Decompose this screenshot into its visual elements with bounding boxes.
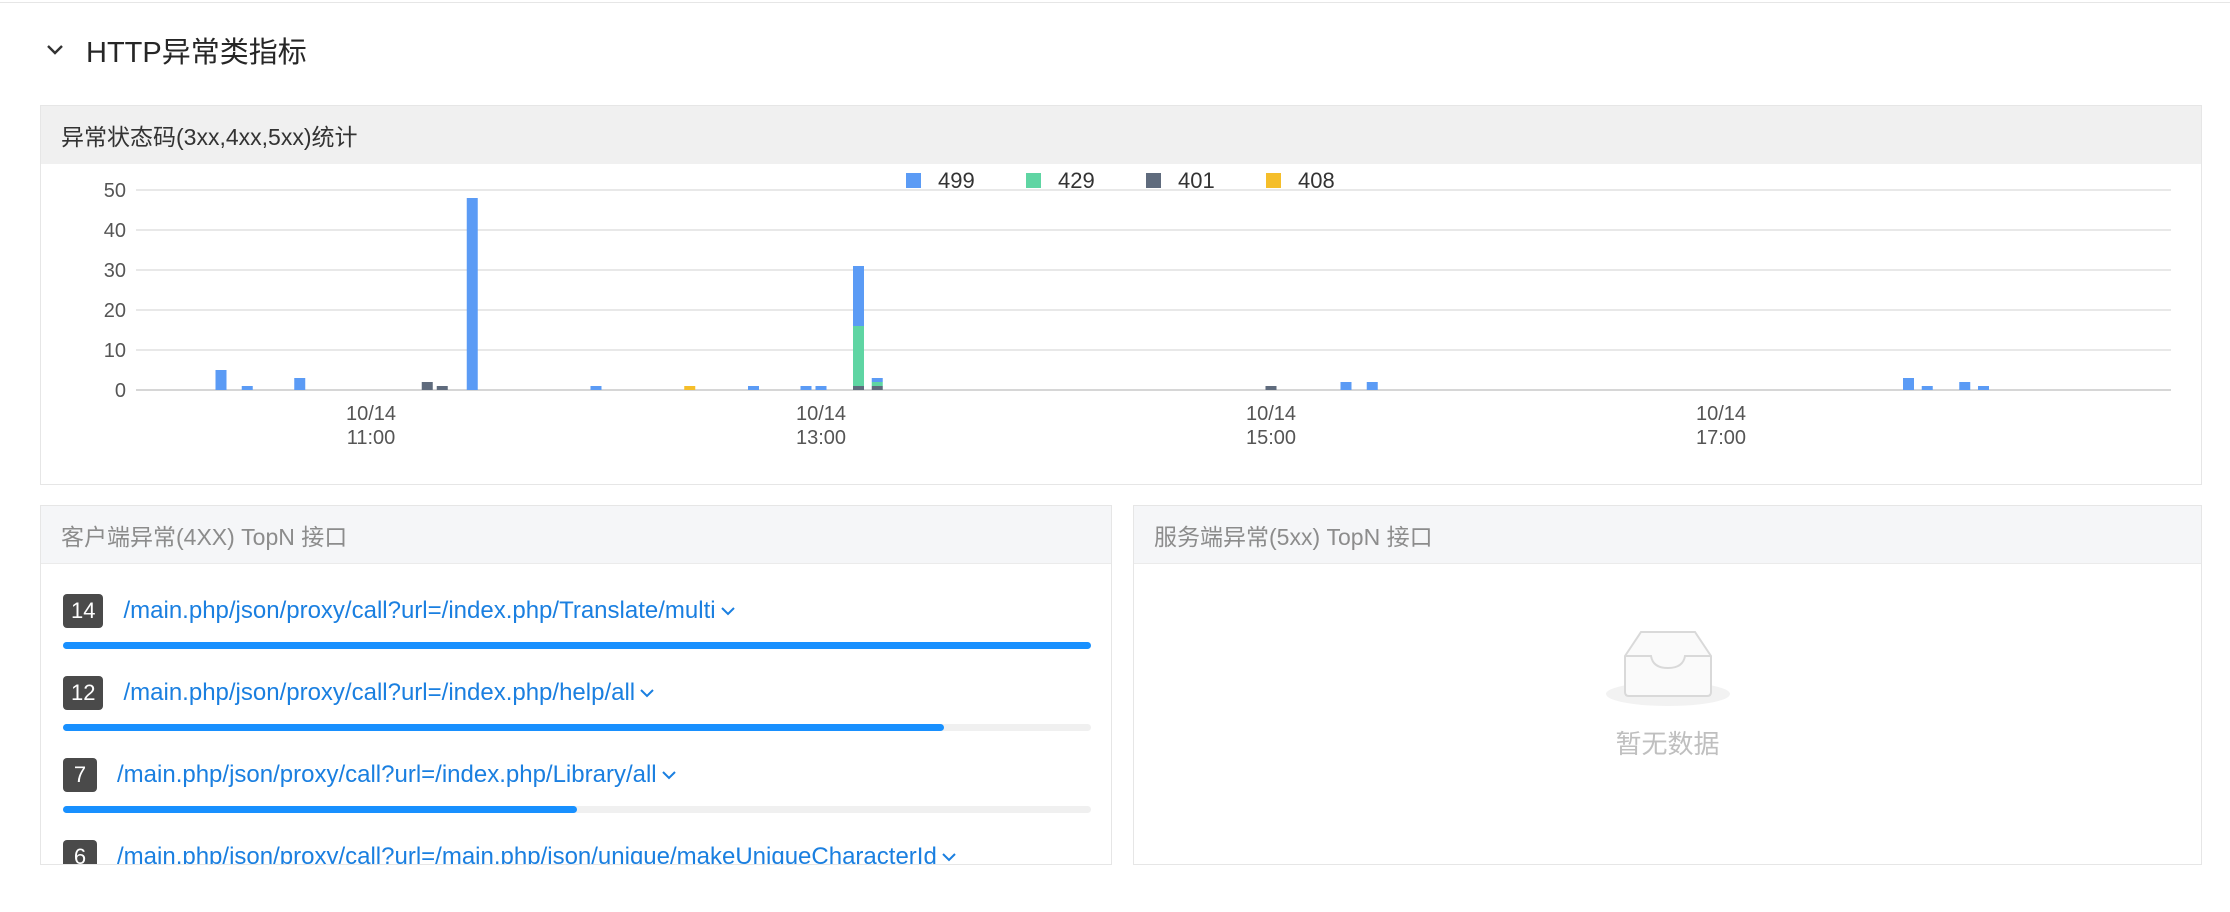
list-item: 7 /main.php/json/proxy/call?url=/index.p… xyxy=(63,758,1091,840)
rank-badge: 6 xyxy=(63,840,97,864)
progress-bar xyxy=(63,724,944,731)
bar xyxy=(421,382,433,390)
chevron-down-icon[interactable] xyxy=(42,37,68,63)
bar xyxy=(1265,386,1277,390)
status-code-chart-panel: 异常状态码(3xx,4xx,5xx)统计 0 10 20 30 40 50 10/14 11:… xyxy=(40,105,2202,485)
list-item: 6 /main.php/json/proxy/call?url=/main.ph… xyxy=(63,840,1091,864)
bar xyxy=(241,386,253,390)
bar xyxy=(1921,386,1933,390)
chevron-down-icon[interactable] xyxy=(661,769,677,781)
client-panel-title: 客户端异常(4XX) TopN 接口 xyxy=(41,506,1111,564)
progress-track xyxy=(63,724,1091,731)
bar xyxy=(815,386,827,390)
empty-text: 暂无数据 xyxy=(1615,729,1720,759)
api-link-text[interactable]: /main.php/json/proxy/call?url=/main.php/… xyxy=(117,843,937,864)
section-title: HTTP异常类指标 xyxy=(86,37,307,69)
x-tick-label: 10/14 xyxy=(346,403,396,425)
bar xyxy=(1978,386,1989,390)
bar xyxy=(436,386,448,390)
y-tick-label: 10 xyxy=(104,340,126,362)
legend-swatch xyxy=(1266,173,1281,188)
bar xyxy=(853,266,864,326)
server-panel-title: 服务端异常(5xx) TopN 接口 xyxy=(1134,506,2201,564)
y-tick-label: 0 xyxy=(115,380,126,402)
chevron-down-icon[interactable] xyxy=(720,605,736,617)
empty-state: 暂无数据 xyxy=(1134,626,2201,761)
api-link[interactable]: /main.php/json/proxy/call?url=/index.php… xyxy=(117,761,677,789)
bar xyxy=(294,378,306,390)
progress-bar xyxy=(63,642,1091,649)
list-item: 12 /main.php/json/proxy/call?url=/index.… xyxy=(63,676,1091,758)
bar xyxy=(871,382,883,386)
rank-badge: 14 xyxy=(63,594,104,628)
api-link-text[interactable]: /main.php/json/proxy/call?url=/index.php… xyxy=(123,679,635,707)
list-item: 14 /main.php/json/proxy/call?url=/index.… xyxy=(63,594,1091,676)
legend-label: 408 xyxy=(1298,168,1335,193)
x-tick-label: 17:00 xyxy=(1696,427,1746,449)
y-tick-label: 20 xyxy=(104,300,126,322)
legend-label: 429 xyxy=(1058,168,1095,193)
progress-bar xyxy=(63,806,577,813)
rank-badge: 12 xyxy=(63,676,104,710)
bar xyxy=(748,386,759,390)
legend-swatch xyxy=(1026,173,1041,188)
x-tick-label: 15:00 xyxy=(1246,427,1296,449)
server-error-panel: 服务端异常(5xx) TopN 接口 暂无数据 xyxy=(1133,505,2202,865)
x-tick-label: 13:00 xyxy=(796,427,846,449)
rank-badge: 7 xyxy=(63,758,97,792)
api-link[interactable]: /main.php/json/proxy/call?url=/main.php/… xyxy=(117,843,957,864)
x-tick-label: 11:00 xyxy=(347,427,396,449)
x-tick-label: 10/14 xyxy=(1246,403,1296,425)
bar xyxy=(684,386,696,390)
api-link-text[interactable]: /main.php/json/proxy/call?url=/index.php… xyxy=(117,761,657,789)
y-tick-label: 40 xyxy=(104,220,126,242)
chart-panel-title: 异常状态码(3xx,4xx,5xx)统计 xyxy=(41,106,2201,164)
bar xyxy=(853,386,864,390)
x-tick-label: 10/14 xyxy=(1696,403,1746,425)
api-link[interactable]: /main.php/json/proxy/call?url=/index.php… xyxy=(123,679,655,707)
status-code-chart: 0102030405010/1411:0010/1413:0010/1415:0… xyxy=(104,168,2171,449)
chevron-down-icon[interactable] xyxy=(639,687,655,699)
bar xyxy=(853,326,864,386)
legend-swatch xyxy=(1146,173,1161,188)
api-link-text[interactable]: /main.php/json/proxy/call?url=/index.php… xyxy=(123,597,715,625)
y-tick-label: 30 xyxy=(104,260,126,282)
section-header[interactable]: HTTP异常类指标 xyxy=(42,28,307,72)
bar xyxy=(1959,382,1971,390)
bar xyxy=(590,386,602,390)
progress-track xyxy=(63,806,1091,813)
progress-track xyxy=(63,642,1091,649)
bar xyxy=(871,378,883,382)
legend-swatch xyxy=(906,173,921,188)
bar xyxy=(871,386,883,390)
legend-label: 401 xyxy=(1178,168,1215,193)
bar xyxy=(1903,378,1914,390)
x-tick-label: 10/14 xyxy=(796,403,846,425)
y-tick-label: 50 xyxy=(104,180,126,202)
bar xyxy=(1340,382,1352,390)
client-error-panel: 客户端异常(4XX) TopN 接口 14 /main.php/json/pro… xyxy=(40,505,1112,865)
empty-inbox-icon xyxy=(1605,631,1730,706)
bar xyxy=(800,386,812,390)
bar xyxy=(1366,382,1378,390)
top-divider xyxy=(0,2,2230,3)
bar xyxy=(215,370,227,390)
api-link[interactable]: /main.php/json/proxy/call?url=/index.php… xyxy=(123,597,735,625)
legend-label: 499 xyxy=(938,168,975,193)
client-top-list: 14 /main.php/json/proxy/call?url=/index.… xyxy=(63,594,1091,864)
bar xyxy=(466,198,478,390)
chevron-down-icon[interactable] xyxy=(941,851,957,863)
